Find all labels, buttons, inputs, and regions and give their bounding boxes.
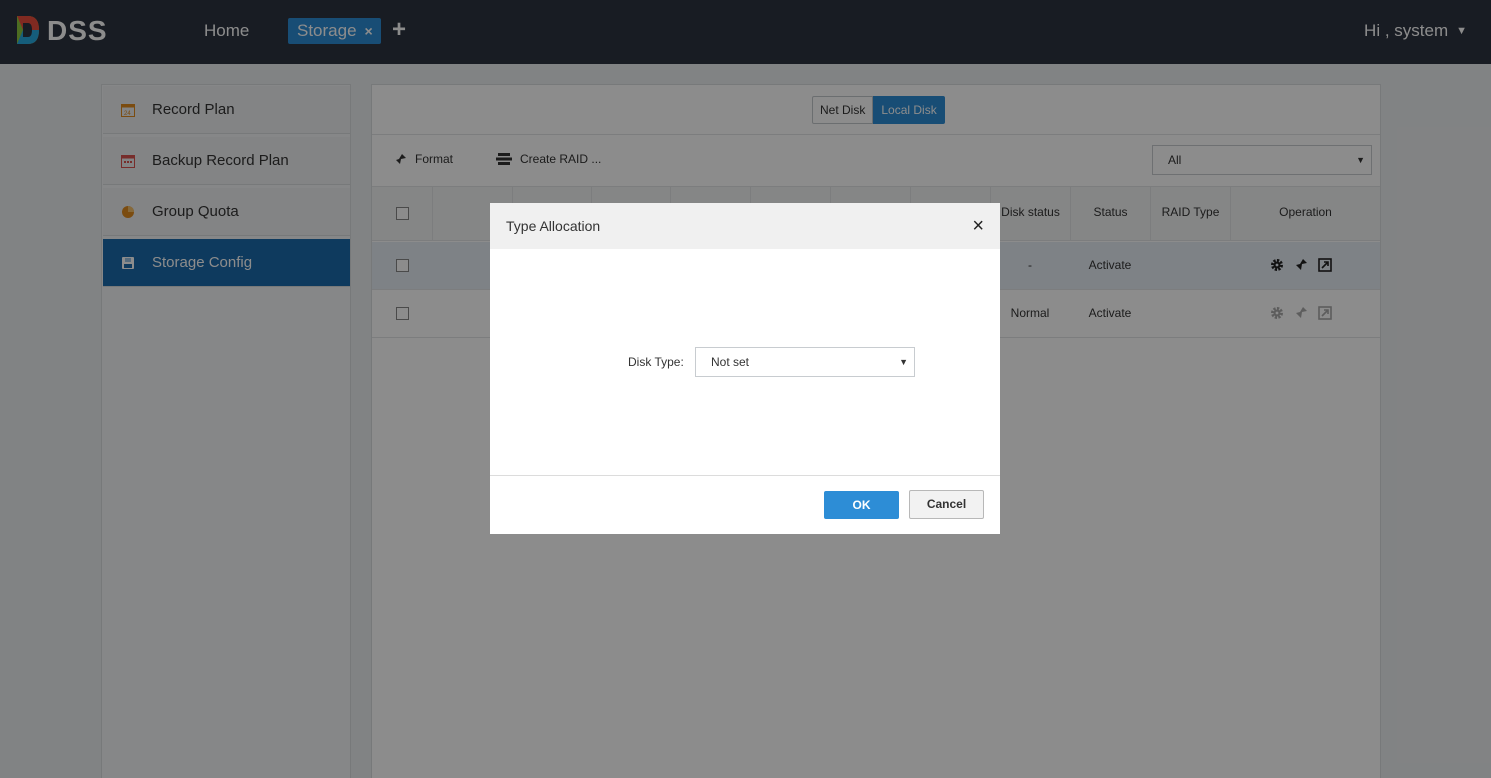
disk-type-select[interactable]: Not set ▼ bbox=[695, 347, 915, 377]
disk-type-label: Disk Type: bbox=[628, 355, 684, 369]
type-allocation-dialog: Type Allocation × Disk Type: Not set ▼ O… bbox=[490, 203, 1000, 534]
dialog-title: Type Allocation bbox=[506, 218, 601, 234]
disk-type-value: Not set bbox=[711, 355, 750, 369]
chevron-down-icon: ▼ bbox=[899, 357, 908, 367]
divider bbox=[490, 475, 1000, 476]
cancel-button[interactable]: Cancel bbox=[909, 490, 984, 519]
dialog-header: Type Allocation × bbox=[490, 203, 1000, 249]
close-icon[interactable]: × bbox=[972, 215, 984, 238]
ok-button[interactable]: OK bbox=[824, 491, 899, 519]
